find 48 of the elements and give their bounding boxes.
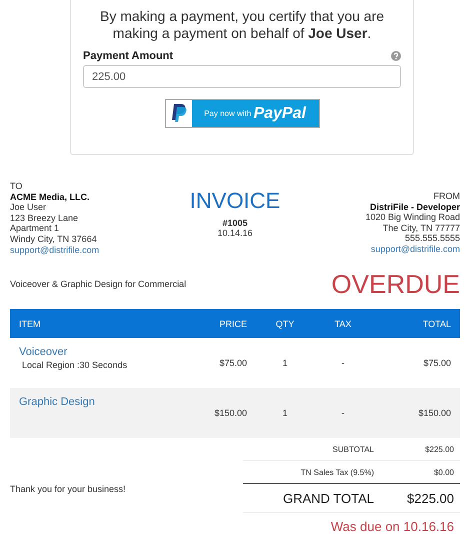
table-cell: $75.00 (372, 338, 460, 388)
table-cell: 1 (256, 388, 314, 438)
field-label: Payment Amount (83, 50, 174, 62)
address-line: The City, TN 77777 (382, 222, 460, 234)
address-line: Joe User (10, 202, 46, 213)
table-cell: - (314, 388, 372, 438)
item-link[interactable]: Graphic Design (19, 396, 95, 408)
table-cell: $150.00 (372, 388, 460, 438)
email-link[interactable]: support@distrifile.com (370, 244, 460, 255)
column-header: ITEM (10, 309, 178, 338)
party-heading: FROM (434, 191, 460, 202)
column-header: TOTAL (372, 309, 460, 338)
party-heading: TO (10, 181, 22, 192)
table-cell: $75.00 (178, 338, 256, 388)
invoice-number: #1005 (222, 218, 248, 228)
help-icon[interactable] (391, 51, 401, 61)
invoice-description: Voiceover & Graphic Design for Commercial (10, 279, 186, 290)
payment-notice: By making a payment, you certify that you are making a payment on behalf of Joe User. (98, 8, 386, 42)
company-name: DistriFile - Developer (370, 202, 460, 212)
paypal-button[interactable]: Pay now with PayPal (164, 99, 320, 128)
total-value: $225.00 (424, 444, 455, 454)
paypal-logo-icon (170, 103, 188, 124)
address-line: 123 Breezy Lane (10, 212, 78, 224)
column-header: TAX (314, 309, 372, 338)
email-link[interactable]: support@distrifile.com (10, 244, 100, 256)
status-label: OVERDUE (331, 270, 460, 298)
address-line: Apartment 1 (10, 223, 60, 234)
total-value: $0.00 (432, 468, 455, 477)
invoice-date: 10.14.16 (217, 228, 253, 238)
address-line: Windy City, TN 37664 (10, 234, 97, 245)
item-detail: Local Region :30 Seconds (21, 360, 128, 370)
amount-field[interactable]: 225.00 (83, 65, 401, 88)
total-label: SUBTOTAL (332, 444, 374, 454)
table-cell: - (314, 338, 372, 388)
thank-you-note: Thank you for your business! (10, 484, 126, 494)
column-header: QTY (256, 309, 314, 338)
column-header: PRICE (178, 309, 256, 338)
total-label: GRAND TOTAL (282, 490, 374, 506)
address-line: 555.555.5555 (404, 233, 460, 244)
invoice-title: INVOICE (190, 189, 280, 213)
company-name: ACME Media, LLC. (10, 192, 90, 202)
item-link[interactable]: Voiceover (19, 346, 68, 358)
table-cell: 1 (256, 338, 314, 388)
table-cell: $150.00 (178, 388, 256, 438)
total-value: $225.00 (406, 490, 455, 506)
total-label: TN Sales Tax (9.5%) (300, 468, 374, 477)
address-line: 1020 Big Winding Road (365, 212, 460, 223)
due-date-note: Was due on 10.16.16 (330, 518, 455, 534)
